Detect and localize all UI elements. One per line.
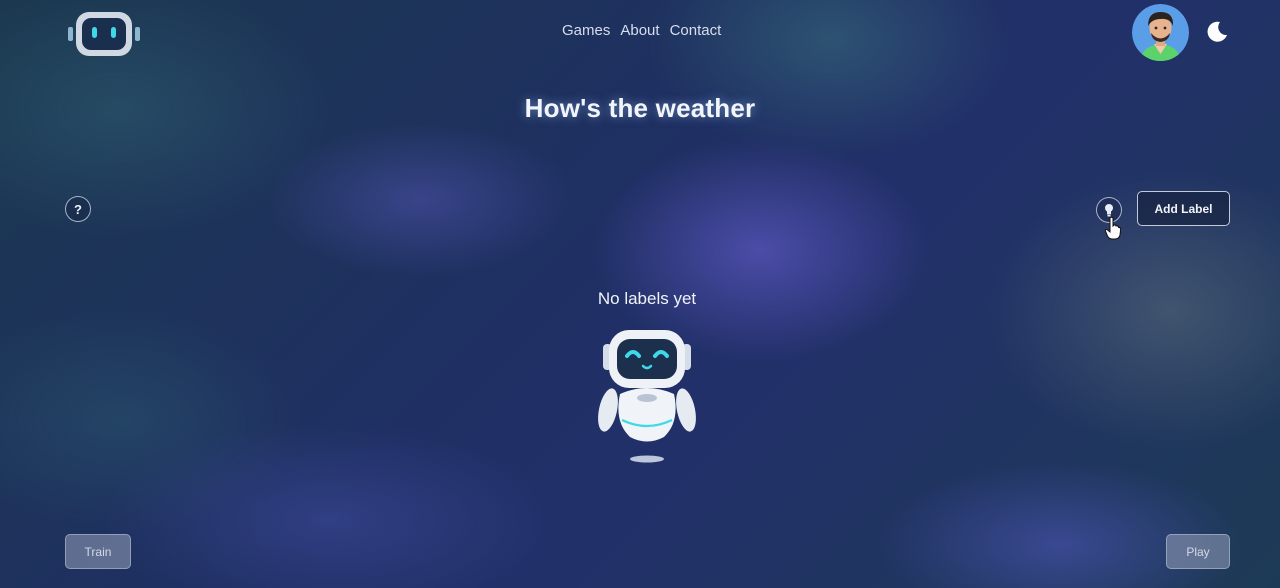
nav-link-contact[interactable]: Contact (670, 22, 722, 39)
lightbulb-icon (1105, 204, 1113, 217)
nav-link-about[interactable]: About (620, 22, 659, 39)
moon-icon[interactable] (1205, 20, 1229, 44)
add-label-button[interactable]: Add Label (1137, 191, 1230, 226)
robot-head-icon[interactable] (68, 10, 140, 58)
help-button[interactable]: ? (65, 196, 91, 222)
nav-link-games[interactable]: Games (562, 22, 610, 39)
play-button[interactable]: Play (1166, 534, 1230, 569)
main-nav: Games About Contact (562, 22, 721, 39)
empty-state-message: No labels yet (597, 289, 697, 308)
robot-mascot (598, 330, 696, 463)
page-title: How's the weather (524, 93, 756, 123)
user-avatar[interactable] (1132, 4, 1189, 61)
hand-pointer-icon (1105, 216, 1121, 240)
train-button[interactable]: Train (65, 534, 131, 569)
